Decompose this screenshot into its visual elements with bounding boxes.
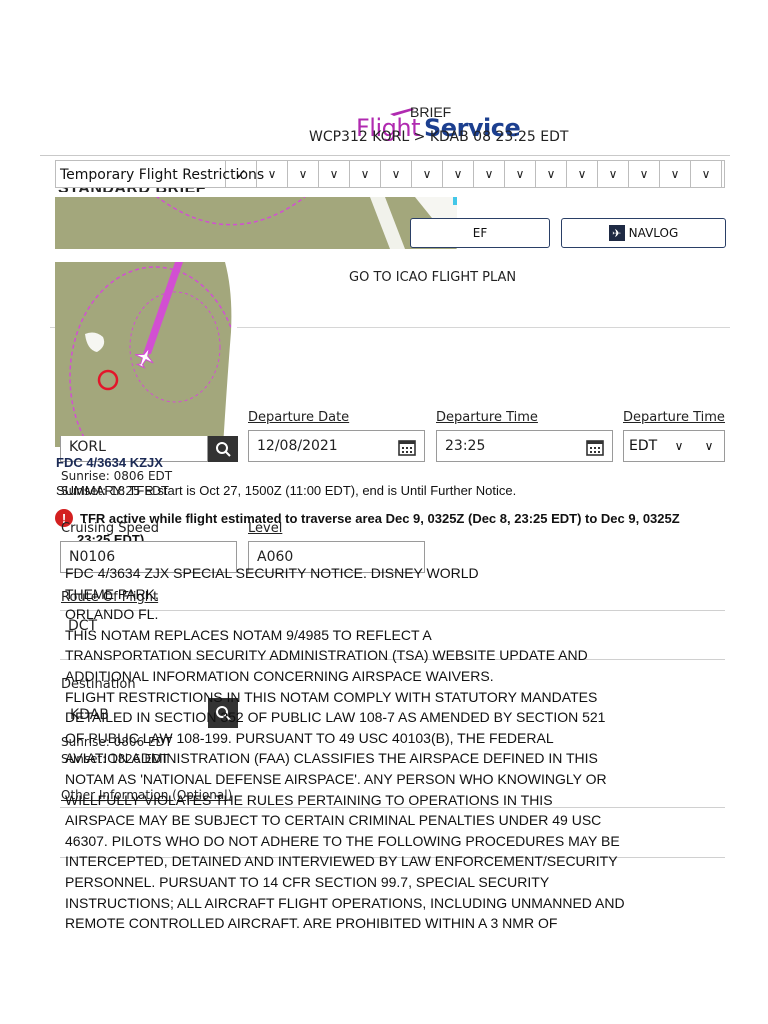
tfr-active-line: TFR active while flight estimated to tra… — [80, 511, 680, 526]
departure-time-label: Departure Time — [436, 410, 538, 425]
level-label: Level — [248, 521, 283, 536]
chevron-down-icon[interactable]: ∨ — [288, 161, 319, 187]
chevron-down-icon[interactable]: ∨ — [474, 161, 505, 187]
chevron-down-icon[interactable]: ∨ — [505, 161, 536, 187]
chevron-down-icon[interactable]: ∨ — [691, 161, 722, 187]
tfr-map-strip[interactable] — [55, 197, 457, 249]
icao-flight-plan-link[interactable]: GO TO ICAO FLIGHT PLAN — [349, 270, 516, 285]
check-icon[interactable]: ✓ — [226, 161, 257, 187]
aircraft-icon — [134, 347, 154, 369]
departure-timezone-label: Departure Time Z — [623, 410, 725, 425]
navlog-button[interactable]: ✈ NAVLOG — [561, 218, 726, 248]
chevron-down-icon[interactable]: ∨ — [257, 161, 288, 187]
tfr-map[interactable] — [55, 262, 237, 447]
timezone-select-value: EDT — [629, 438, 658, 454]
filter-selected-label[interactable]: Temporary Flight Restrictions — [56, 161, 264, 187]
notam-body-text: FDC 4/3634 ZJX SPECIAL SECURITY NOTICE. … — [65, 565, 625, 928]
chevron-down-icon[interactable]: ∨ — [694, 431, 724, 461]
airplane-icon: ✈ — [608, 225, 625, 241]
map-graphic — [69, 262, 237, 447]
chevron-down-icon[interactable]: ∨ — [664, 431, 694, 461]
chevron-down-icon[interactable]: ∨ — [598, 161, 629, 187]
chevron-down-icon[interactable]: ∨ — [412, 161, 443, 187]
notam-summary: SUMMARY: TFR start is Oct 27, 1500Z (11:… — [56, 483, 517, 498]
timezone-select[interactable]: EDT ∨ ∨ — [623, 430, 725, 462]
chevron-down-icon[interactable]: ∨ — [381, 161, 412, 187]
brief-button[interactable]: EF — [410, 218, 550, 248]
chevron-down-icon[interactable]: ∨ — [567, 161, 598, 187]
chevron-down-icon[interactable]: ∨ — [536, 161, 567, 187]
brief-button-label: EF — [472, 226, 488, 240]
notam-id: FDC 4/3634 KZJX — [56, 455, 163, 470]
map-strip-graphic — [156, 197, 457, 249]
departure-search-button[interactable] — [208, 436, 238, 462]
search-icon — [216, 442, 231, 457]
route-title: WCP312 KORL > KDAB 08 23:25 EDT — [309, 129, 569, 145]
departure-sunrise: Sunrise: 0806 EDT — [61, 469, 173, 483]
navlog-button-label: NAVLOG — [628, 226, 679, 240]
cruising-speed-label: Cruising Speed — [61, 521, 160, 536]
notam-filter-bar[interactable]: Temporary Flight Restrictions ✓ ∨ ∨ ∨ ∨ … — [55, 160, 725, 188]
calendar-icon[interactable] — [397, 437, 417, 457]
chevron-down-icon[interactable]: ∨ — [350, 161, 381, 187]
chevron-down-icon[interactable]: ∨ — [443, 161, 474, 187]
departure-date-label: Departure Date — [248, 410, 350, 425]
chevron-down-icon[interactable]: ∨ — [629, 161, 660, 187]
chevron-down-icon[interactable]: ∨ — [660, 161, 691, 187]
chevron-down-icon[interactable]: ∨ — [319, 161, 350, 187]
header-divider — [40, 155, 730, 156]
calendar-icon[interactable] — [585, 437, 605, 457]
